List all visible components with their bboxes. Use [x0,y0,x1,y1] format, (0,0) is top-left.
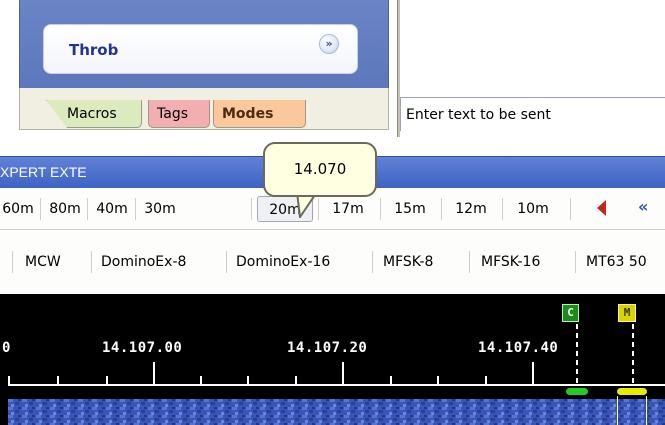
mode-panel: Throb » Macros Tags Modes [0,0,395,137]
double-chevron-down-icon[interactable]: » [319,34,339,54]
tab-modes-label: Modes [222,106,274,122]
separator [12,251,13,273]
frequency-tooltip: 14.070 [263,142,377,197]
scale-tick [8,376,10,385]
band-button-30m[interactable]: 30m [137,196,183,222]
separator [441,198,442,220]
selected-mode-label: Throb [69,41,119,59]
carrier-marker-c[interactable]: C [562,304,579,322]
separator [469,251,470,273]
marker-m-edge [617,396,618,425]
scale-tick [57,376,59,385]
separator [502,198,503,220]
scale-tick [200,376,202,385]
scale-tick [532,362,534,385]
scale-tick [295,376,297,385]
tab-tags[interactable]: Tags [148,100,210,128]
carrier-bar-m [617,388,647,395]
band-button-17m[interactable]: 17m [325,196,371,222]
scale-tick [247,376,249,385]
waterfall-signal [8,399,665,425]
separator [40,198,41,220]
scale-tick [437,376,439,385]
mode-button-dominoex-8[interactable]: DominoEx-8 [101,249,186,275]
double-chevron-left-icon[interactable]: « [638,194,648,220]
mode-button-mfsk-16[interactable]: MFSK-16 [481,249,540,275]
separator [91,251,92,273]
mode-selector-row: MCW DominoEx-8 DominoEx-16 MFSK-8 MFSK-1… [0,232,665,294]
tab-tags-label: Tags [157,106,188,122]
freq-label: 0 [2,340,11,356]
transmit-text-input[interactable]: Enter text to be sent [400,97,665,131]
toolbar-title: XPERT EXTE [0,164,87,180]
band-button-80m[interactable]: 80m [43,196,87,222]
band-button-10m[interactable]: 10m [508,196,558,222]
scale-tick [390,376,392,385]
separator [251,198,252,220]
carrier-marker-m[interactable]: M [618,304,636,322]
mode-button-mcw[interactable]: MCW [25,249,61,275]
selected-mode-box[interactable]: Throb » [43,24,358,74]
scale-tick [342,362,344,385]
scale-tick [106,376,108,385]
waterfall-display[interactable]: 0 14.107.00 14.107.20 14.107.40 C M [0,294,665,425]
carrier-bar-c [566,388,588,395]
separator [570,198,571,220]
scale-tick [153,362,155,385]
freq-label: 14.107.40 [478,340,559,356]
marker-m-edge [646,396,647,425]
separator [380,198,381,220]
marker-c-line [576,324,578,386]
separator [372,251,373,273]
band-button-15m[interactable]: 15m [387,196,433,222]
red-triangle-left-icon[interactable] [597,200,606,216]
mode-button-mfsk-8[interactable]: MFSK-8 [383,249,433,275]
band-button-40m[interactable]: 40m [89,196,135,222]
mode-button-dominoex-16[interactable]: DominoEx-16 [236,249,330,275]
tab-modes[interactable]: Modes [213,100,306,128]
tab-macros-label: Macros [67,106,117,122]
marker-m-line [632,324,634,386]
separator [318,198,319,220]
band-button-12m[interactable]: 12m [447,196,495,222]
freq-label: 14.107.20 [287,340,368,356]
separator [575,251,576,273]
separator [87,198,88,220]
freq-label: 14.107.00 [102,340,183,356]
separator [226,251,227,273]
scale-tick [485,376,487,385]
separator [135,198,136,220]
band-button-60m[interactable]: 60m [0,196,40,222]
mode-button-mt63-50[interactable]: MT63 50 [586,249,647,275]
